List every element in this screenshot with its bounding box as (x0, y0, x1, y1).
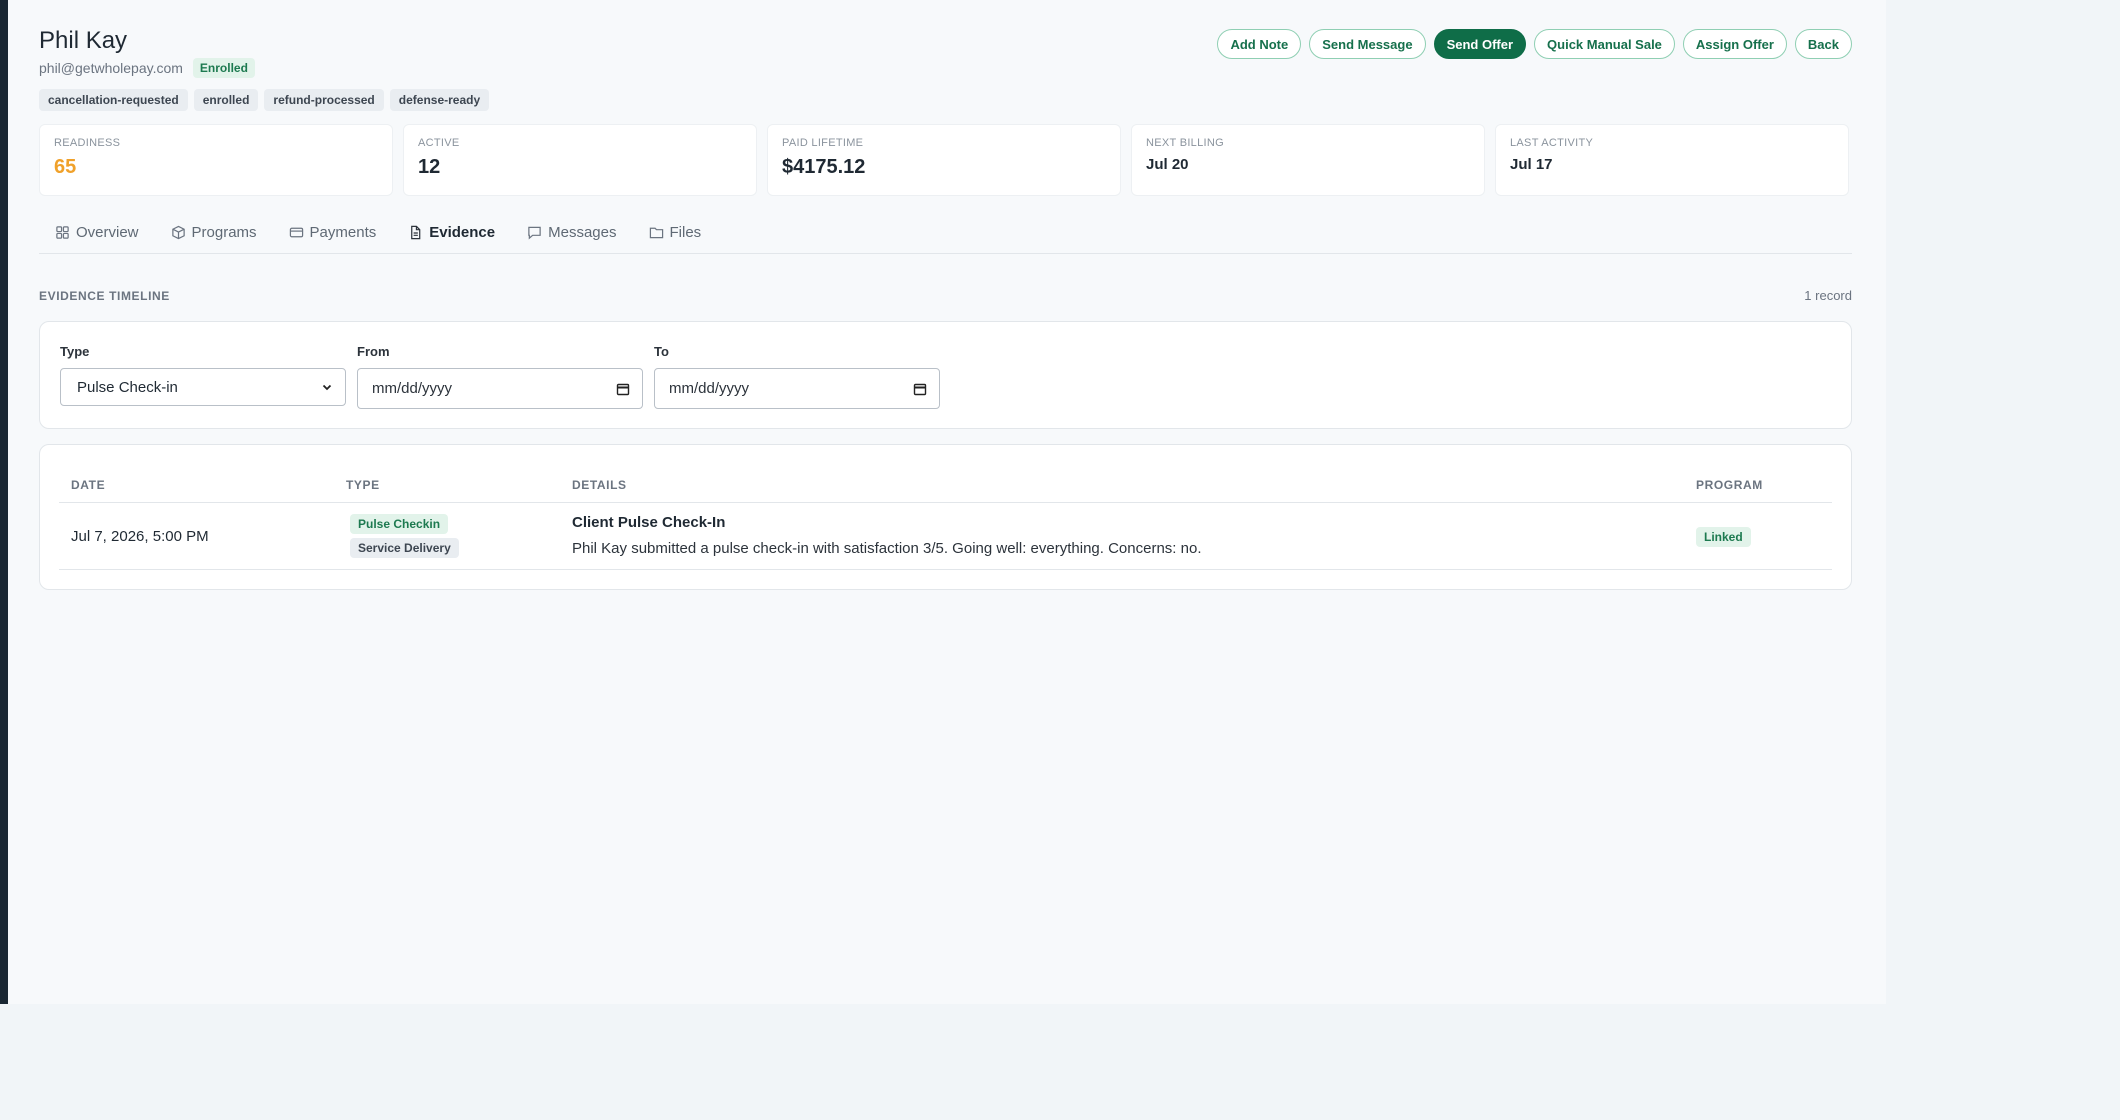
stat-readiness: READINESS 65 (39, 124, 393, 196)
status-badge: Enrolled (192, 58, 255, 78)
client-name: Phil Kay (39, 27, 128, 54)
stat-last-activity: LAST ACTIVITY Jul 17 (1495, 124, 1849, 196)
grid-icon (56, 225, 69, 239)
tab-label: Programs (191, 223, 257, 241)
from-date-input[interactable]: mm/dd/yyyy (357, 368, 643, 409)
assign-offer-button[interactable]: Assign Offer (1682, 29, 1787, 59)
stat-active: ACTIVE 12 (403, 124, 757, 196)
tab-label: Messages (548, 223, 617, 241)
action-bar: Add Note Send Message Send Offer Quick M… (1217, 29, 1852, 59)
tab-bar: Overview Programs Payments Evidence Mess… (39, 218, 1852, 254)
send-offer-button[interactable]: Send Offer (1433, 29, 1527, 59)
stats-row: READINESS 65 ACTIVE 12 PAID LIFETIME $41… (39, 124, 1849, 196)
from-date-placeholder: mm/dd/yyyy (372, 380, 453, 397)
stat-label: PAID LIFETIME (782, 137, 864, 149)
quick-manual-sale-button[interactable]: Quick Manual Sale (1534, 29, 1675, 59)
from-filter: From mm/dd/yyyy (357, 344, 643, 409)
tab-files[interactable]: Files (633, 218, 718, 246)
calendar-icon[interactable] (616, 382, 630, 396)
column-header-details: DETAILS (572, 478, 627, 492)
client-email: phil@getwholepay.com (39, 60, 183, 76)
stat-label: NEXT BILLING (1146, 137, 1224, 149)
to-date-input[interactable]: mm/dd/yyyy (654, 368, 940, 409)
add-note-button[interactable]: Add Note (1217, 29, 1302, 59)
to-date-placeholder: mm/dd/yyyy (669, 380, 750, 397)
tab-label: Files (669, 223, 702, 241)
stat-value: Jul 17 (1510, 156, 1553, 173)
card-icon (289, 227, 303, 237)
to-filter: To mm/dd/yyyy (654, 344, 940, 409)
main-panel: Phil Kay phil@getwholepay.com Enrolled c… (8, 0, 1886, 1004)
tag-list: cancellation-requested enrolled refund-p… (39, 89, 490, 111)
row-detail-title: Client Pulse Check-In (572, 514, 726, 531)
from-label: From (357, 344, 390, 359)
type-badge-primary: Pulse Checkin (350, 514, 449, 534)
tag: cancellation-requested (39, 89, 188, 111)
tab-label: Evidence (429, 223, 496, 241)
box-icon (171, 225, 185, 239)
tab-evidence[interactable]: Evidence (392, 218, 511, 246)
stat-value: $4175.12 (782, 156, 866, 178)
message-icon (528, 226, 541, 239)
record-count: 1 record (1804, 288, 1852, 303)
back-button[interactable]: Back (1794, 29, 1852, 59)
to-label: To (654, 344, 669, 359)
tag: defense-ready (389, 89, 490, 111)
column-header-type: TYPE (346, 478, 380, 492)
stat-paid-lifetime: PAID LIFETIME $4175.12 (767, 124, 1121, 196)
tab-overview[interactable]: Overview (39, 218, 155, 246)
document-icon (411, 225, 421, 239)
folder-icon (649, 227, 663, 238)
stat-label: LAST ACTIVITY (1510, 137, 1594, 149)
type-badge-secondary: Service Delivery (350, 538, 459, 558)
evidence-table: DATE TYPE DETAILS PROGRAM Jul 7, 2026, 5… (39, 444, 1852, 590)
tag: enrolled (193, 89, 259, 111)
type-label: Type (60, 344, 90, 359)
filter-card: Type Pulse Check-in From mm/dd/yyyy To m… (39, 321, 1852, 429)
calendar-icon[interactable] (913, 382, 927, 396)
stat-label: ACTIVE (418, 137, 460, 149)
tag: refund-processed (264, 89, 384, 111)
stat-value: 12 (418, 156, 441, 178)
column-header-program: PROGRAM (1696, 478, 1763, 492)
app-sidebar-edge (0, 0, 8, 1004)
type-filter: Type Pulse Check-in (60, 344, 346, 406)
header-divider (59, 502, 1832, 503)
section-title: EVIDENCE TIMELINE (39, 289, 170, 303)
row-detail-text: Phil Kay submitted a pulse check-in with… (572, 540, 1202, 557)
tab-label: Payments (309, 223, 377, 241)
row-date: Jul 7, 2026, 5:00 PM (71, 528, 209, 545)
type-select-value: Pulse Check-in (77, 378, 178, 396)
send-message-button[interactable]: Send Message (1309, 29, 1426, 59)
tab-payments[interactable]: Payments (273, 218, 393, 246)
chevron-down-icon (322, 384, 332, 391)
tab-label: Overview (76, 223, 139, 241)
program-linked-badge: Linked (1696, 527, 1751, 547)
stat-label: READINESS (54, 137, 121, 149)
stat-value: 65 (54, 156, 77, 178)
stat-value: Jul 20 (1146, 156, 1189, 173)
type-select[interactable]: Pulse Check-in (60, 368, 346, 406)
client-meta: phil@getwholepay.com Enrolled (39, 58, 255, 78)
column-header-date: DATE (71, 478, 106, 492)
tab-messages[interactable]: Messages (511, 218, 632, 246)
tab-programs[interactable]: Programs (155, 218, 273, 246)
row-divider (59, 569, 1832, 570)
stat-next-billing: NEXT BILLING Jul 20 (1131, 124, 1485, 196)
